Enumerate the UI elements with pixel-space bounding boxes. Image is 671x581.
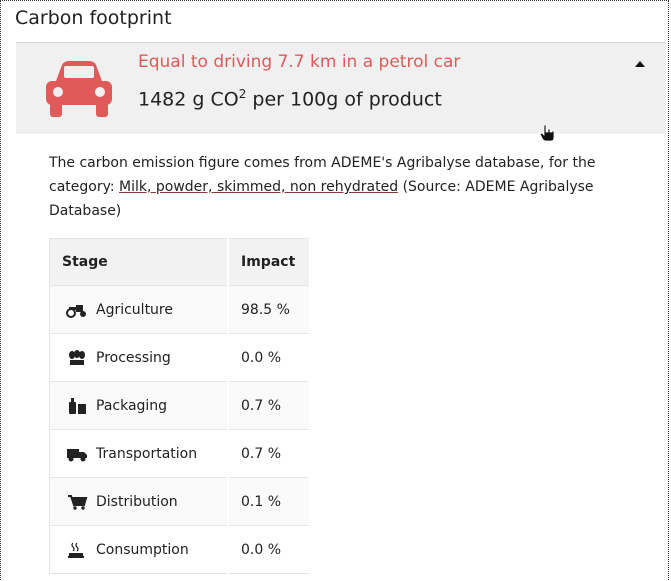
- driving-equivalent: Equal to driving 7.7 km in a petrol car: [138, 52, 461, 72]
- section-title: Carbon footprint: [15, 7, 172, 29]
- impact-value: 0.1 %: [228, 477, 311, 526]
- table-row: Distribution 0.1 %: [49, 477, 311, 526]
- bottle-icon: [69, 397, 86, 414]
- stage-label: Processing: [96, 349, 171, 366]
- impact-value: 0.0 %: [228, 333, 311, 382]
- hand-cursor-icon: [539, 124, 555, 142]
- cooking-icon: [68, 542, 84, 558]
- stage-label: Packaging: [96, 397, 168, 414]
- impact-header: Impact: [228, 238, 311, 286]
- co2-value: 1482 g CO2 per 100g of product: [138, 87, 442, 111]
- cart-icon: [68, 494, 88, 510]
- impact-value: 98.5 %: [228, 285, 311, 334]
- stage-header: Stage: [49, 238, 229, 286]
- table-row: Consumption 0.0 %: [49, 525, 311, 574]
- table-row: Agriculture 98.5 %: [49, 285, 311, 334]
- carbon-footprint-panel: Carbon footprint Equal to driving 7.7 km…: [0, 0, 669, 580]
- impact-value: 0.0 %: [228, 525, 311, 574]
- table-header-row: Stage Impact: [49, 238, 311, 286]
- stage-label: Transportation: [96, 445, 198, 462]
- carbon-summary-toggle[interactable]: Equal to driving 7.7 km in a petrol car …: [16, 42, 666, 142]
- stage-label: Agriculture: [96, 301, 173, 318]
- impact-value: 0.7 %: [228, 429, 311, 478]
- table-row: Packaging 0.7 %: [49, 381, 311, 430]
- carbon-description: The carbon emission figure comes from AD…: [49, 155, 596, 219]
- table-row: Processing 0.0 %: [49, 333, 311, 382]
- category-link[interactable]: Milk, powder, skimmed, non rehydrated: [119, 179, 398, 195]
- stage-label: Distribution: [96, 493, 178, 510]
- impact-table: Stage Impact Agriculture 98.5 % Processi…: [49, 238, 311, 574]
- impact-value: 0.7 %: [228, 381, 311, 430]
- tractor-icon: [66, 304, 86, 318]
- stage-label: Consumption: [96, 541, 189, 558]
- car-icon: [46, 61, 112, 117]
- grain-icon: [69, 349, 85, 365]
- collapse-arrow-icon[interactable]: [635, 61, 645, 67]
- table-row: Transportation 0.7 %: [49, 429, 311, 478]
- truck-icon: [67, 448, 87, 461]
